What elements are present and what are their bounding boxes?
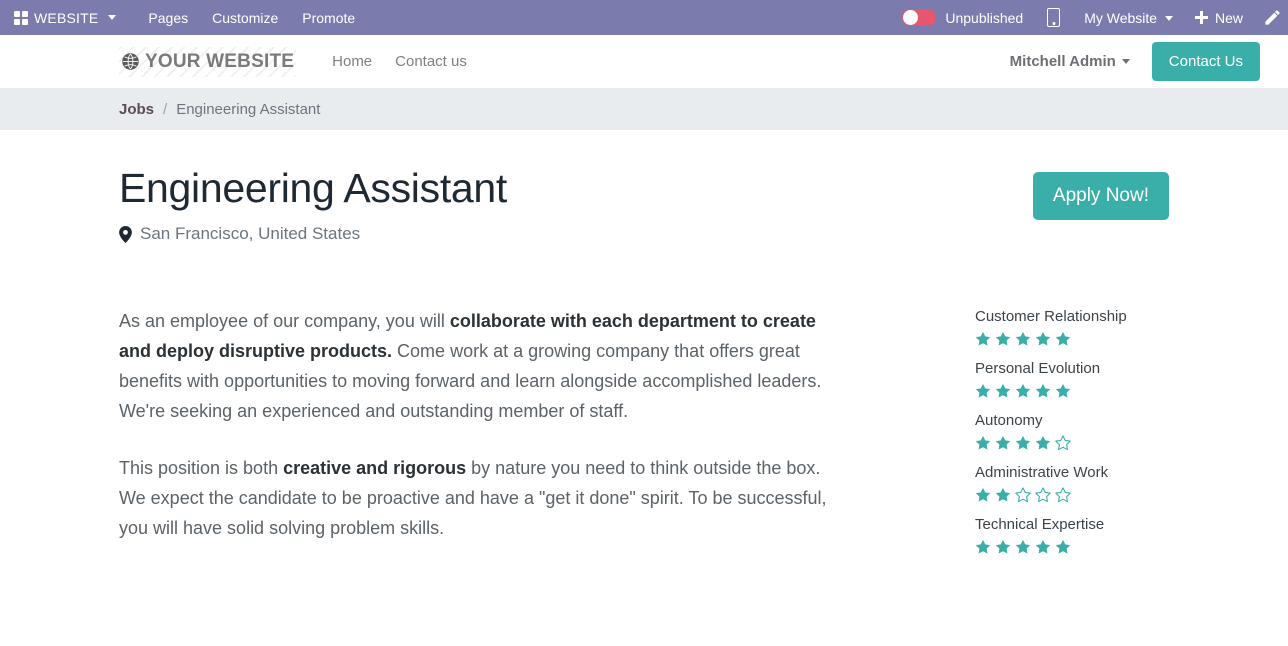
rating-stars[interactable] xyxy=(975,331,1169,347)
job-title-block: Engineering Assistant San Francisco, Uni… xyxy=(119,166,1033,244)
body-text: This position is both xyxy=(119,458,283,478)
apply-now-button[interactable]: Apply Now! xyxy=(1033,172,1169,220)
star-filled-icon[interactable] xyxy=(1035,539,1051,555)
breadcrumb-item-current: Engineering Assistant xyxy=(176,101,320,118)
body-text: As an employee of our company, you will xyxy=(119,311,450,331)
job-description-paragraph: As an employee of our company, you will … xyxy=(119,306,849,426)
publish-state-label: Unpublished xyxy=(945,10,1023,26)
chevron-down-icon xyxy=(108,15,116,20)
website-logo-text: YOUR WEBSITE xyxy=(145,51,294,73)
rating-label: Autonomy xyxy=(975,412,1169,429)
star-filled-icon[interactable] xyxy=(1055,539,1071,555)
rating-item: Technical Expertise xyxy=(975,516,1169,555)
globe-icon xyxy=(121,52,140,71)
chevron-down-icon xyxy=(1122,59,1130,64)
rating-item: Autonomy xyxy=(975,412,1169,451)
job-location: San Francisco, United States xyxy=(119,224,1033,244)
star-filled-icon[interactable] xyxy=(1015,539,1031,555)
job-description-paragraph: This position is both creative and rigor… xyxy=(119,453,849,543)
star-filled-icon[interactable] xyxy=(1015,331,1031,347)
breadcrumb-separator: / xyxy=(163,101,167,118)
star-filled-icon[interactable] xyxy=(1015,435,1031,451)
publish-switch-icon[interactable] xyxy=(902,9,936,26)
website-header: YOUR WEBSITE Home Contact us Mitchell Ad… xyxy=(0,35,1288,89)
website-selector[interactable]: My Website xyxy=(1074,10,1183,26)
job-location-label: San Francisco, United States xyxy=(140,224,360,244)
nav-item-home[interactable]: Home xyxy=(322,47,382,76)
star-filled-icon[interactable] xyxy=(975,487,991,503)
breadcrumb-item-jobs[interactable]: Jobs xyxy=(119,101,154,118)
website-nav: Home Contact us xyxy=(322,47,477,76)
rating-stars[interactable] xyxy=(975,487,1169,503)
contact-us-button[interactable]: Contact Us xyxy=(1152,42,1260,81)
star-filled-icon[interactable] xyxy=(975,435,991,451)
backend-bar-left: WEBSITE Pages Customize Promote xyxy=(0,3,367,33)
star-empty-icon[interactable] xyxy=(1055,487,1071,503)
rating-item: Customer Relationship xyxy=(975,308,1169,347)
chevron-down-icon xyxy=(1165,16,1173,21)
backend-menu-item-customize[interactable]: Customize xyxy=(200,3,290,33)
edit-page-button[interactable] xyxy=(1255,8,1288,27)
star-empty-icon[interactable] xyxy=(1035,487,1051,503)
backend-menu-item-pages[interactable]: Pages xyxy=(136,3,200,33)
apps-menu-toggle[interactable]: WEBSITE xyxy=(8,6,122,30)
user-menu[interactable]: Mitchell Admin xyxy=(1010,53,1130,70)
rating-label: Personal Evolution xyxy=(975,360,1169,377)
star-filled-icon[interactable] xyxy=(1055,383,1071,399)
nav-item-contact-us[interactable]: Contact us xyxy=(385,47,477,76)
star-filled-icon[interactable] xyxy=(975,383,991,399)
star-filled-icon[interactable] xyxy=(1035,331,1051,347)
apps-menu-label: WEBSITE xyxy=(34,10,98,26)
star-filled-icon[interactable] xyxy=(975,331,991,347)
new-content-label: New xyxy=(1215,10,1243,26)
emphasized-text: creative and rigorous xyxy=(283,458,466,478)
apps-grid-icon xyxy=(14,11,28,25)
breadcrumb: Jobs / Engineering Assistant xyxy=(0,89,1288,130)
publish-toggle[interactable]: Unpublished xyxy=(892,9,1033,26)
user-menu-label: Mitchell Admin xyxy=(1010,53,1116,70)
star-filled-icon[interactable] xyxy=(975,539,991,555)
new-content-button[interactable]: New xyxy=(1183,10,1255,26)
mobile-preview-button[interactable] xyxy=(1033,8,1074,27)
mobile-phone-icon xyxy=(1047,8,1060,27)
rating-stars[interactable] xyxy=(975,383,1169,399)
rating-item: Administrative Work xyxy=(975,464,1169,503)
job-ratings-sidebar: Customer Relationship Personal Evolution… xyxy=(975,306,1169,570)
star-filled-icon[interactable] xyxy=(995,331,1011,347)
star-filled-icon[interactable] xyxy=(995,487,1011,503)
star-filled-icon[interactable] xyxy=(995,539,1011,555)
rating-label: Administrative Work xyxy=(975,464,1169,481)
star-empty-icon[interactable] xyxy=(1015,487,1031,503)
backend-menu: Pages Customize Promote xyxy=(136,3,367,33)
star-filled-icon[interactable] xyxy=(1035,383,1051,399)
backend-top-bar: WEBSITE Pages Customize Promote Unpublis… xyxy=(0,0,1288,35)
job-page: Engineering Assistant San Francisco, Uni… xyxy=(0,130,1288,570)
backend-menu-item-promote[interactable]: Promote xyxy=(290,3,367,33)
website-header-right: Mitchell Admin Contact Us xyxy=(1010,42,1260,81)
rating-item: Personal Evolution xyxy=(975,360,1169,399)
star-empty-icon[interactable] xyxy=(1055,435,1071,451)
website-selector-label: My Website xyxy=(1084,10,1157,26)
star-filled-icon[interactable] xyxy=(1035,435,1051,451)
job-title-row: Engineering Assistant San Francisco, Uni… xyxy=(119,130,1169,244)
star-filled-icon[interactable] xyxy=(1015,383,1031,399)
rating-stars[interactable] xyxy=(975,539,1169,555)
page-title: Engineering Assistant xyxy=(119,166,1033,211)
rating-label: Technical Expertise xyxy=(975,516,1169,533)
star-filled-icon[interactable] xyxy=(1055,331,1071,347)
star-filled-icon[interactable] xyxy=(995,383,1011,399)
plus-icon xyxy=(1195,11,1208,24)
job-description: As an employee of our company, you will … xyxy=(119,306,849,570)
website-logo[interactable]: YOUR WEBSITE xyxy=(119,47,296,77)
job-content-row: As an employee of our company, you will … xyxy=(119,306,1169,570)
map-pin-icon xyxy=(119,226,132,243)
rating-stars[interactable] xyxy=(975,435,1169,451)
rating-label: Customer Relationship xyxy=(975,308,1169,325)
pencil-icon xyxy=(1263,8,1282,27)
backend-bar-right: Unpublished My Website New xyxy=(892,0,1288,35)
star-filled-icon[interactable] xyxy=(995,435,1011,451)
